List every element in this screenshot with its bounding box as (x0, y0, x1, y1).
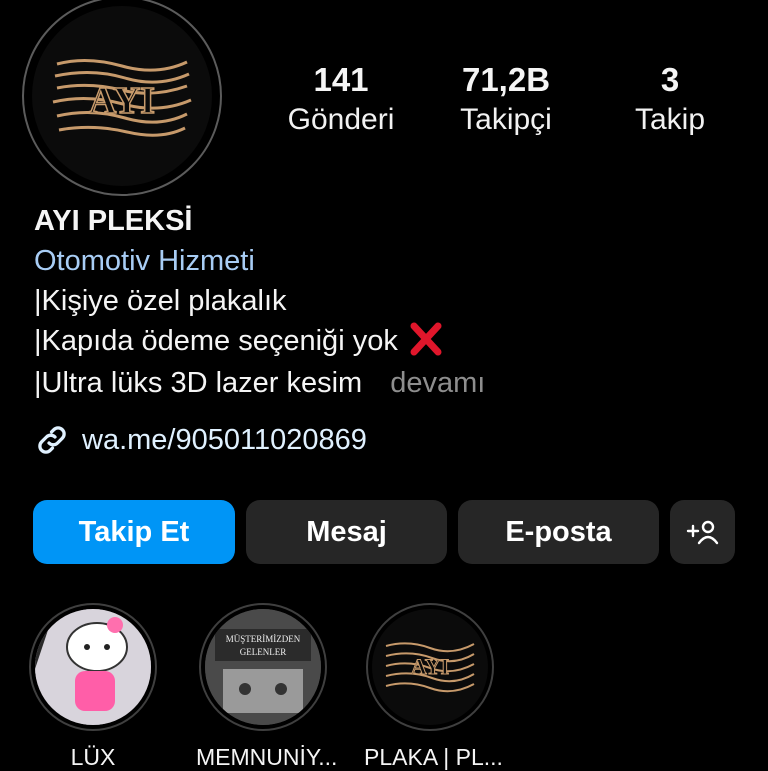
following-value: 3 (660, 61, 680, 98)
highlight-label: LÜX (70, 744, 116, 770)
posts-count[interactable]: 141 Gönderi (256, 60, 426, 140)
posts-value: 141 (313, 61, 369, 98)
bio-line: |Kişiye özel plakalık (34, 285, 287, 317)
followers-label: Takipçi (460, 103, 552, 136)
hello-kitty-thumbnail (35, 609, 151, 725)
profile-avatar[interactable]: AYI (22, 0, 222, 196)
followers-value: 71,2B (461, 61, 551, 98)
customer-plate-thumbnail: MÜŞTERİMİZDEN GELENLER (205, 609, 321, 725)
logo-thumbnail: AYI (372, 609, 488, 725)
add-user-button[interactable] (670, 500, 735, 564)
posts-label: Gönderi (287, 103, 395, 136)
story-highlight[interactable]: MÜŞTERİMİZDEN GELENLER MEMNUNİY... (196, 603, 338, 771)
followers-count[interactable]: 71,2B Takipçi (421, 60, 591, 140)
more-link[interactable]: devamı (390, 367, 485, 399)
profile-link[interactable]: wa.me/905011020869 (34, 422, 367, 458)
thumbnail-text: AYI (411, 654, 449, 679)
avatar-logo: AYI (32, 6, 212, 186)
link-text: wa.me/905011020869 (82, 423, 367, 456)
logo-text: AYI (89, 80, 155, 122)
email-button[interactable]: E-posta (458, 500, 659, 564)
link-icon (38, 426, 66, 454)
bio-line: |Kapıda ödeme seçeniği yok (34, 325, 398, 357)
message-button[interactable]: Mesaj (246, 500, 447, 564)
follow-button[interactable]: Takip Et (33, 500, 235, 564)
profile-name: AYI PLEKSİ (34, 205, 193, 237)
story-highlight[interactable]: AYI PLAKA | PL... (364, 603, 503, 771)
profile-category[interactable]: Otomotiv Hizmeti (34, 241, 734, 281)
thumbnail-text: GELENLER (240, 647, 287, 657)
following-count[interactable]: 3 Takip (585, 60, 755, 140)
bio-line-with-icon: |Kapıda ödeme seçeniği yok (34, 321, 734, 361)
highlight-label: MEMNUNİY... (196, 744, 338, 770)
story-highlight[interactable]: LÜX (27, 603, 159, 771)
add-user-icon (686, 520, 718, 545)
bio-line: |Ultra lüks 3D lazer kesim (34, 367, 363, 399)
highlight-label: PLAKA | PL... (364, 744, 503, 770)
bear-logo-icon: AYI (52, 58, 192, 137)
thumbnail-text: MÜŞTERİMİZDEN (226, 634, 301, 644)
following-label: Takip (634, 103, 706, 136)
cross-mark-icon (410, 322, 442, 356)
bio-line-with-more: |Ultra lüks 3D lazer kesim devamı (34, 363, 734, 403)
